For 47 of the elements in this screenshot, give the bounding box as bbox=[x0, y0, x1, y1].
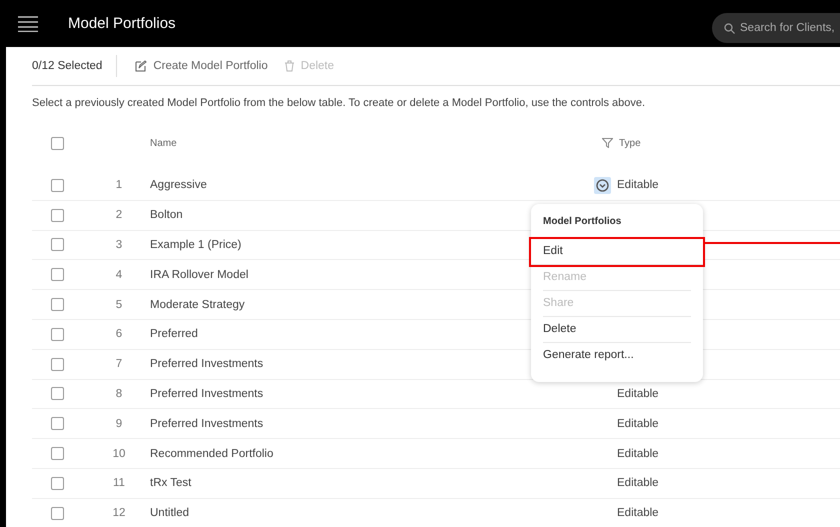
row-number: 1 bbox=[114, 179, 124, 192]
select-all-checkbox[interactable] bbox=[51, 136, 64, 150]
selection-count: 0/12 Selected bbox=[32, 60, 102, 72]
toolbar-button[interactable]: Create Model Portfolio bbox=[131, 60, 272, 72]
row-number: 4 bbox=[114, 268, 124, 281]
type-text: Editable bbox=[617, 507, 659, 520]
menu-icon[interactable] bbox=[18, 16, 38, 32]
row-checkbox[interactable] bbox=[51, 358, 64, 371]
row-checkbox[interactable] bbox=[51, 506, 64, 520]
edit-icon bbox=[135, 60, 148, 72]
row-number: 5 bbox=[114, 298, 124, 311]
type-text: Editable bbox=[617, 477, 659, 490]
type-text: Editable bbox=[617, 418, 659, 430]
column-header[interactable]: Type bbox=[619, 138, 641, 148]
row-checkbox[interactable] bbox=[51, 178, 64, 192]
menu-item[interactable]: Delete bbox=[543, 317, 691, 343]
row-number: 11 bbox=[112, 477, 126, 490]
filter-icon[interactable] bbox=[602, 138, 613, 148]
menu-toggle-button[interactable] bbox=[594, 176, 611, 194]
row-checkbox[interactable] bbox=[51, 476, 64, 490]
row-checkbox[interactable] bbox=[51, 387, 64, 400]
row-checkbox[interactable] bbox=[51, 328, 64, 341]
row-checkbox[interactable] bbox=[51, 268, 64, 282]
search-field[interactable]: Search for Clients, bbox=[712, 12, 840, 42]
row-number: 12 bbox=[112, 507, 126, 520]
row-number: 10 bbox=[112, 448, 126, 460]
type-text: Editable bbox=[617, 388, 659, 400]
menu-item[interactable]: Edit bbox=[531, 239, 703, 265]
row-number: 6 bbox=[114, 328, 124, 340]
row-number: 9 bbox=[114, 418, 124, 430]
row-checkbox[interactable] bbox=[51, 298, 64, 312]
row-checkbox[interactable] bbox=[51, 447, 64, 460]
row-checkbox[interactable] bbox=[51, 238, 64, 252]
row-checkbox[interactable] bbox=[51, 208, 64, 222]
row-number: 8 bbox=[114, 388, 124, 400]
trash-icon bbox=[284, 60, 295, 72]
row-number: 2 bbox=[114, 209, 124, 222]
page-title: Model Portfolios bbox=[68, 15, 176, 32]
menu-item[interactable]: Generate report... bbox=[543, 343, 691, 368]
row-number: 3 bbox=[114, 238, 124, 251]
type-text: Editable bbox=[617, 179, 659, 192]
menu-title: Model Portfolios bbox=[543, 210, 691, 239]
row-number: 7 bbox=[114, 358, 124, 370]
column-header[interactable]: Name bbox=[150, 138, 620, 148]
instructions-text: Select a previously created Model Portfolio from the below table. To create or delete a Model Portfolio, use the controls above. bbox=[32, 97, 646, 109]
type-text: Editable bbox=[617, 448, 659, 460]
row-checkbox[interactable] bbox=[51, 417, 64, 430]
